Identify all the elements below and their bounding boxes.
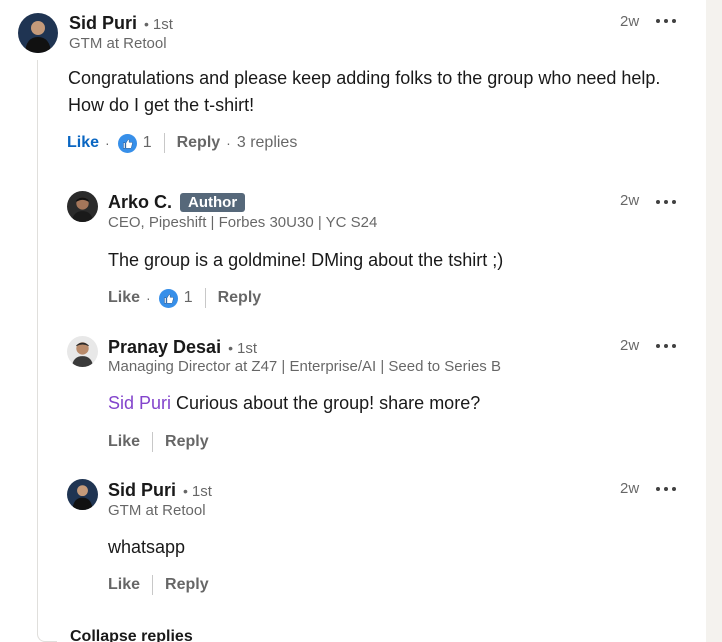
author-name[interactable]: Arko C. <box>108 192 172 213</box>
author-name[interactable]: Pranay Desai <box>108 337 221 358</box>
reply-button[interactable]: Reply <box>165 576 209 594</box>
connection-degree: 1st <box>191 483 212 500</box>
separator-dot: • <box>228 340 233 356</box>
like-button[interactable]: Like <box>108 433 140 451</box>
mention-link[interactable]: Sid Puri <box>108 393 171 413</box>
thread-line <box>37 60 38 635</box>
more-options-icon[interactable] <box>656 197 676 207</box>
divider <box>204 288 206 308</box>
author-name[interactable]: Sid Puri <box>69 13 137 34</box>
page-gutter <box>706 0 722 642</box>
author-headline: CEO, Pipeshift | Forbes 30U30 | YC S24 <box>108 214 378 231</box>
timestamp: 2w <box>620 192 640 209</box>
author-headline: GTM at Retool <box>69 35 167 52</box>
more-options-icon[interactable] <box>656 341 676 351</box>
reply-header: Arko C. Author <box>108 192 246 213</box>
reply-text-body: Curious about the group! share more? <box>171 393 481 413</box>
separator-dot: · <box>146 290 151 306</box>
more-options-icon[interactable] <box>656 484 676 494</box>
reply-actions: Like Reply <box>108 432 209 452</box>
divider <box>152 575 154 595</box>
connection-degree: 1st <box>152 16 173 33</box>
separator-dot: • <box>144 16 149 32</box>
like-reaction-icon[interactable] <box>158 288 178 308</box>
timestamp: 2w <box>620 337 640 354</box>
comment-header: Sid Puri • 1st <box>69 13 173 34</box>
reply-button[interactable]: Reply <box>165 433 209 451</box>
comment-text-line: How do I get the t-shirt! <box>68 95 255 115</box>
reply-button[interactable]: Reply <box>177 134 221 152</box>
replies-count[interactable]: 3 replies <box>237 134 297 152</box>
reply-actions: Like Reply <box>108 575 209 595</box>
reaction-count[interactable]: 1 <box>143 134 152 152</box>
separator-dot: · <box>226 135 231 151</box>
like-button[interactable]: Like <box>108 289 140 307</box>
divider <box>163 133 165 153</box>
separator-dot: · <box>105 135 110 151</box>
author-name[interactable]: Sid Puri <box>108 480 176 501</box>
reply-header: Pranay Desai • 1st <box>108 337 257 358</box>
separator-dot: • <box>183 483 188 499</box>
reply-text: The group is a goldmine! DMing about the… <box>108 250 504 270</box>
reply-text: whatsapp <box>108 537 186 557</box>
comment-actions: Like · 1 Reply · 3 replies <box>67 133 297 153</box>
timestamp: 2w <box>620 480 640 497</box>
collapse-replies-button[interactable]: Collapse replies <box>70 628 193 642</box>
avatar[interactable] <box>18 13 58 53</box>
avatar[interactable] <box>67 191 98 222</box>
author-headline: Managing Director at Z47 | Enterprise/AI… <box>108 358 501 375</box>
like-button[interactable]: Like <box>108 576 140 594</box>
like-reaction-icon[interactable] <box>117 133 137 153</box>
comment-text-line: Congratulations and please keep adding f… <box>68 68 661 88</box>
divider <box>152 432 154 452</box>
avatar[interactable] <box>67 336 98 367</box>
thread-line-end <box>37 634 57 642</box>
timestamp: 2w <box>620 13 640 30</box>
reply-actions: Like · 1 Reply <box>108 288 261 308</box>
author-badge: Author <box>180 193 246 212</box>
more-options-icon[interactable] <box>656 16 676 26</box>
reaction-count[interactable]: 1 <box>184 289 193 307</box>
comment-text: Congratulations and please keep adding f… <box>68 65 660 119</box>
reply-button[interactable]: Reply <box>218 289 262 307</box>
reply-header: Sid Puri • 1st <box>108 480 212 501</box>
reply-text: Sid Puri Curious about the group! share … <box>108 390 480 417</box>
connection-degree: 1st <box>236 340 257 357</box>
author-headline: GTM at Retool <box>108 502 206 519</box>
avatar[interactable] <box>67 479 98 510</box>
like-button[interactable]: Like <box>67 134 99 152</box>
